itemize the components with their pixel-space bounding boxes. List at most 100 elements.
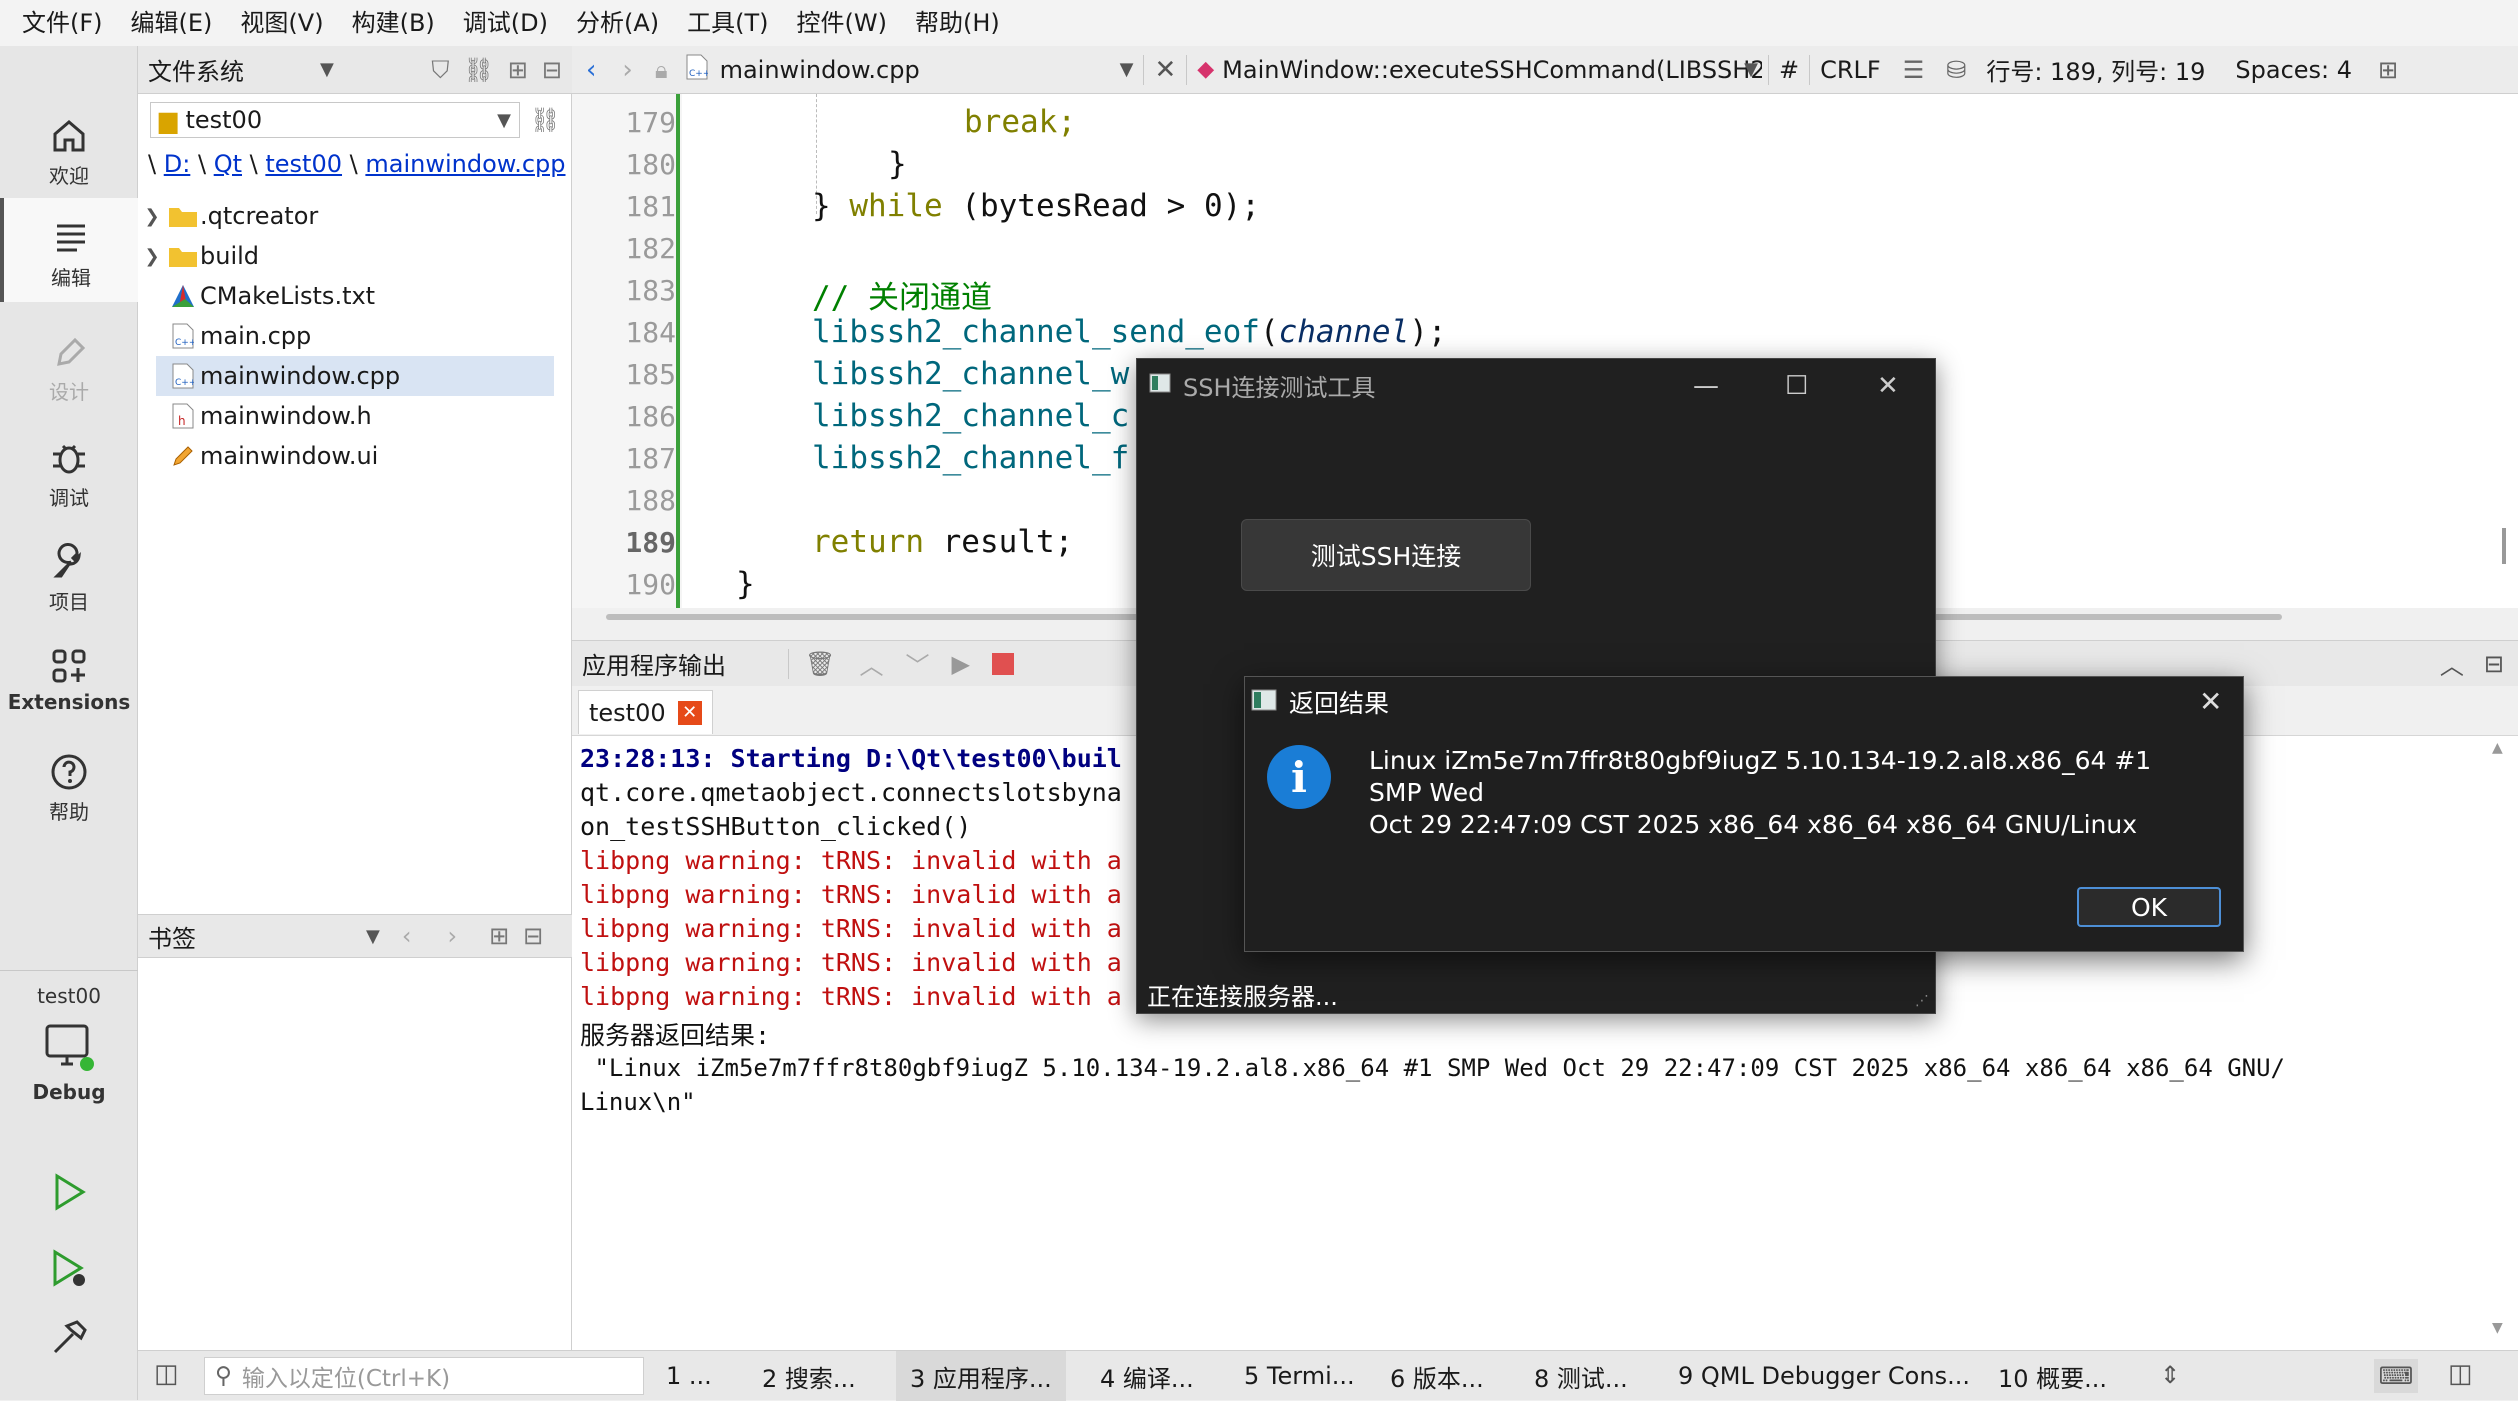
- trash-icon[interactable]: 🗑︎: [805, 650, 835, 678]
- test-ssh-button[interactable]: 测试SSH连接: [1241, 519, 1531, 591]
- chevron-right-icon[interactable]: ❯: [138, 206, 166, 227]
- split-add-icon[interactable]: ⊞: [508, 56, 528, 84]
- locator-input[interactable]: ⚲ 输入以定位(Ctrl+K): [204, 1357, 644, 1395]
- output-pane-tab-1[interactable]: 1 ...: [666, 1351, 712, 1401]
- sidebar-toggle-icon[interactable]: ◫: [154, 1359, 179, 1389]
- collapse-icon[interactable]: ⊟: [2484, 650, 2504, 678]
- menu-edit[interactable]: 编辑(E): [117, 0, 227, 46]
- ok-button[interactable]: OK: [2077, 887, 2221, 927]
- split-add-icon[interactable]: ⊞: [2378, 56, 2398, 84]
- tree-item-cmakelists[interactable]: CMakeLists.txt: [138, 276, 572, 316]
- progress-toggle-icon[interactable]: ⌨: [2374, 1359, 2418, 1393]
- chevron-up-icon[interactable]: ︿: [2440, 646, 2464, 681]
- output-line-warning: libpng warning: tRNS: invalid with a: [580, 982, 1122, 1011]
- chevron-down-icon[interactable]: ▼: [320, 59, 334, 80]
- stop-icon[interactable]: [991, 652, 1014, 675]
- tree-item-label: mainwindow.cpp: [200, 362, 401, 390]
- mode-help[interactable]: 帮助: [0, 752, 138, 825]
- chevron-down-icon[interactable]: ▼: [1120, 59, 1134, 80]
- indent-setting[interactable]: Spaces: 4: [2235, 56, 2352, 84]
- mode-project-label: 项目: [49, 590, 89, 614]
- kit-selector[interactable]: Debug: [0, 1020, 138, 1104]
- output-pane-tab-4[interactable]: 4 编译...: [1100, 1351, 1194, 1401]
- filter-icon[interactable]: ⛉: [431, 56, 449, 84]
- scroll-down-icon[interactable]: ▼: [2492, 1320, 2503, 1336]
- mode-debug[interactable]: 调试: [0, 438, 138, 511]
- chevron-down-icon[interactable]: ▼: [366, 926, 380, 947]
- maximize-icon[interactable]: ☐: [1785, 371, 1808, 401]
- database-icon[interactable]: ⛁: [1946, 56, 1966, 84]
- chevron-right-icon[interactable]: ›: [447, 922, 457, 950]
- link-icon[interactable]: ⛓: [463, 56, 493, 84]
- chevron-right-icon[interactable]: ❯: [138, 246, 166, 267]
- cursor-position[interactable]: 行号: 189, 列号: 19: [1986, 52, 2205, 87]
- line-ending-button[interactable]: CRLF: [1820, 56, 1881, 84]
- chevron-down-icon[interactable]: ﹀: [905, 646, 929, 681]
- chevron-up-icon[interactable]: ︿: [859, 646, 883, 681]
- menu-debug[interactable]: 调试(D): [449, 0, 562, 46]
- breadcrumb-test00[interactable]: test00: [265, 150, 342, 178]
- collapse-icon[interactable]: ⊟: [523, 922, 543, 950]
- sync-link-icon[interactable]: ⛓: [530, 106, 560, 134]
- open-file-combo[interactable]: mainwindow.cpp: [720, 56, 1120, 84]
- forward-icon[interactable]: ›: [622, 55, 632, 85]
- output-pane-tab-8[interactable]: 8 测试...: [1534, 1351, 1628, 1401]
- split-add-icon[interactable]: ⊞: [489, 922, 509, 950]
- vertical-scrollbar[interactable]: [2502, 528, 2506, 564]
- tree-item-mainwindow-ui[interactable]: mainwindow.ui: [138, 436, 572, 476]
- symbol-combo[interactable]: MainWindow::executeSSHCommand(LIBSSH2...: [1222, 56, 1762, 84]
- tree-item-mainwindow-cpp[interactable]: C++ mainwindow.cpp: [156, 356, 554, 396]
- output-pane-tab-3[interactable]: 3 应用程序...: [896, 1351, 1066, 1401]
- collapse-icon[interactable]: ⊟: [542, 56, 562, 84]
- close-icon[interactable]: ✕: [1877, 371, 1899, 401]
- menu-analyze[interactable]: 分析(A): [562, 0, 673, 46]
- mode-design[interactable]: 设计: [0, 332, 138, 405]
- back-icon[interactable]: ‹: [586, 55, 596, 85]
- play-icon[interactable]: ▶: [951, 650, 969, 678]
- message-box-titlebar[interactable]: 返回结果: [1245, 677, 2245, 727]
- mode-welcome[interactable]: 欢迎: [0, 116, 138, 189]
- line-number: 181: [625, 190, 676, 223]
- mode-extensions[interactable]: Extensions: [0, 646, 138, 714]
- breadcrumb-d[interactable]: D:: [164, 150, 191, 178]
- menu-view[interactable]: 视图(V): [226, 0, 337, 46]
- right-sidebar-toggle-icon[interactable]: ◫: [2448, 1359, 2473, 1389]
- output-pane-tab-9[interactable]: 9 QML Debugger Cons...: [1678, 1351, 1970, 1401]
- output-tab-test00[interactable]: test00 ✕: [578, 690, 713, 734]
- menu-tools[interactable]: 工具(T): [673, 0, 782, 46]
- close-icon[interactable]: ✕: [1154, 55, 1176, 85]
- chevron-left-icon[interactable]: ‹: [402, 922, 412, 950]
- ssh-window-titlebar[interactable]: SSH连接测试工具: [1137, 359, 1937, 411]
- run-button[interactable]: [0, 1170, 138, 1218]
- encoding-icon[interactable]: ☰: [1903, 56, 1925, 84]
- resize-grip-icon[interactable]: ⋰: [1915, 993, 1929, 1009]
- more-tabs-icon[interactable]: ⇕: [2160, 1361, 2180, 1389]
- breadcrumb-qt[interactable]: Qt: [214, 150, 242, 178]
- build-button[interactable]: [0, 1316, 138, 1364]
- output-line-warning: libpng warning: tRNS: invalid with a: [580, 880, 1122, 909]
- menu-file[interactable]: 文件(F): [8, 0, 117, 46]
- close-icon[interactable]: ✕: [677, 700, 702, 725]
- menu-build[interactable]: 构建(B): [338, 0, 449, 46]
- lock-icon[interactable]: 🔒︎: [655, 56, 668, 84]
- tree-item-main-cpp[interactable]: C++ main.cpp: [138, 316, 572, 356]
- output-pane-tab-5[interactable]: 5 Termi...: [1244, 1351, 1355, 1401]
- minimize-icon[interactable]: —: [1693, 371, 1719, 401]
- tree-item-mainwindow-h[interactable]: h mainwindow.h: [138, 396, 572, 436]
- scroll-up-icon[interactable]: ▲: [2492, 740, 2503, 756]
- mode-edit[interactable]: 编辑: [0, 198, 138, 302]
- debug-run-button[interactable]: [0, 1246, 138, 1294]
- output-pane-tab-6[interactable]: 6 版本...: [1390, 1351, 1484, 1401]
- root-combo[interactable]: ▆ test00 ▼: [150, 102, 520, 138]
- chevron-down-icon[interactable]: ▼: [1744, 59, 1758, 80]
- close-icon[interactable]: ✕: [2199, 685, 2222, 718]
- hash-button[interactable]: #: [1779, 56, 1799, 84]
- tree-item-qtcreator[interactable]: ❯ .qtcreator: [138, 196, 572, 236]
- breadcrumb-file[interactable]: mainwindow.cpp: [365, 150, 565, 178]
- output-pane-tab-10[interactable]: 10 概要...: [1998, 1351, 2107, 1401]
- menu-help[interactable]: 帮助(H): [901, 0, 1014, 46]
- output-pane-tab-2[interactable]: 2 搜索...: [762, 1351, 856, 1401]
- menu-widgets[interactable]: 控件(W): [783, 0, 901, 46]
- mode-project[interactable]: 项目: [0, 542, 138, 615]
- tree-item-build[interactable]: ❯ build: [138, 236, 572, 276]
